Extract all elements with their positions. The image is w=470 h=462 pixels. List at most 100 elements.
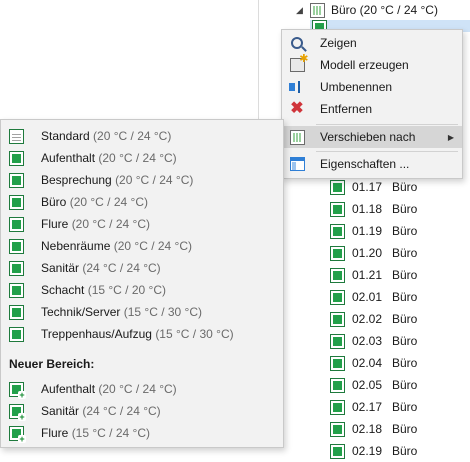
room-category-icon xyxy=(9,216,24,232)
tree-row[interactable]: 02.18 Büro xyxy=(330,418,417,440)
room-number: 02.03 xyxy=(352,334,383,348)
menu-item-umbenennen[interactable]: Umbenennen xyxy=(282,76,462,98)
room-category-icon xyxy=(9,194,24,210)
category-temperature: (15 °C / 30 °C) xyxy=(123,305,203,319)
menu-item-verschieben-nach[interactable]: Verschieben nach ▶ xyxy=(282,126,462,148)
room-category-icon xyxy=(9,326,24,342)
category-temperature: (15 °C / 24 °C) xyxy=(71,426,150,440)
room-name: Büro xyxy=(392,422,418,436)
menu-item-label: Modell erzeugen xyxy=(320,58,409,72)
tree-row[interactable]: 01.21 Büro xyxy=(330,264,417,286)
room-name: Büro xyxy=(392,180,418,194)
tree-row[interactable]: 02.02 Büro xyxy=(330,308,417,330)
menu-item-label: Eigenschaften ... xyxy=(320,157,410,171)
create-model-icon xyxy=(289,52,309,72)
category-temperature: (20 °C / 24 °C) xyxy=(113,239,193,253)
room-name: Büro xyxy=(392,356,418,370)
menu-item-modell-erzeugen[interactable]: Modell erzeugen xyxy=(282,52,462,76)
submenu-item-treppenhaus-aufzug[interactable]: Treppenhaus/Aufzug (15 °C / 30 °C) xyxy=(1,323,283,345)
room-number: 02.05 xyxy=(352,378,383,392)
submenu-item-standard[interactable]: Standard (20 °C / 24 °C) xyxy=(1,125,283,147)
tree-row[interactable]: 02.01 Büro xyxy=(330,286,417,308)
category-temperature: (24 °C / 24 °C) xyxy=(82,261,161,275)
category-temperature: (24 °C / 24 °C) xyxy=(82,404,161,418)
tree-row[interactable]: 01.20 Büro xyxy=(330,242,417,264)
menu-separator xyxy=(316,124,458,125)
menu-item-eigenschaften[interactable]: Eigenschaften ... xyxy=(282,153,462,175)
room-name: Büro xyxy=(392,290,418,304)
room-number: 02.04 xyxy=(352,356,383,370)
category-name: Besprechung xyxy=(41,173,112,187)
room-number: 02.19 xyxy=(352,444,383,458)
delete-icon: ✖ xyxy=(290,100,304,117)
menu-item-zeigen[interactable]: Zeigen xyxy=(282,32,462,54)
tree-row[interactable]: 01.17 Büro xyxy=(330,176,417,198)
menu-item-label: Entfernen xyxy=(320,102,373,116)
new-area-icon: + xyxy=(9,425,26,443)
tree-row[interactable]: 01.18 Büro xyxy=(330,198,417,220)
tree-row[interactable]: 02.04 Büro xyxy=(330,352,417,374)
submenu-item-büro[interactable]: Büro (20 °C / 24 °C) xyxy=(1,191,283,213)
submenu-item-flure[interactable]: Flure (20 °C / 24 °C) xyxy=(1,213,283,235)
tree-node-label: Büro (20 °C / 24 °C) xyxy=(331,3,438,17)
submenu-item-sanitär[interactable]: Sanitär (24 °C / 24 °C) xyxy=(1,257,283,279)
tree-row[interactable]: 02.05 Büro xyxy=(330,374,417,396)
room-name: Büro xyxy=(392,312,418,326)
tree-row[interactable]: 01.19 Büro xyxy=(330,220,417,242)
room-name: Büro xyxy=(392,224,418,238)
category-temperature: (15 °C / 30 °C) xyxy=(155,327,234,341)
category-name: Flure xyxy=(41,426,69,440)
category-temperature: (20 °C / 24 °C) xyxy=(115,173,194,187)
category-name: Aufenthalt xyxy=(41,382,96,396)
category-name: Sanitär xyxy=(41,261,80,275)
category-temperature: (20 °C / 24 °C) xyxy=(98,382,177,396)
room-number: 01.18 xyxy=(352,202,383,216)
room-number: 02.01 xyxy=(352,290,383,304)
submenu-item-schacht[interactable]: Schacht (15 °C / 20 °C) xyxy=(1,279,283,301)
tree-node-bueroarea[interactable]: ◢ Büro (20 °C / 24 °C) xyxy=(296,0,438,20)
room-category-icon xyxy=(9,304,24,320)
room-number: 01.17 xyxy=(352,180,383,194)
room-category-icon xyxy=(9,128,24,144)
room-category-icon xyxy=(9,260,24,276)
category-temperature: (20 °C / 24 °C) xyxy=(93,129,172,143)
menu-item-label: Verschieben nach xyxy=(320,130,416,144)
room-name: Büro xyxy=(392,378,418,392)
tree-row[interactable]: 02.19 Büro xyxy=(330,440,417,462)
room-area-icon xyxy=(310,2,325,18)
new-area-item-flure[interactable]: + Flure (15 °C / 24 °C) xyxy=(1,422,283,444)
menu-item-entfernen[interactable]: ✖ Entfernen xyxy=(282,98,462,120)
expand-caret-icon[interactable]: ◢ xyxy=(296,5,310,16)
category-name: Aufenthalt xyxy=(41,151,96,165)
room-number: 02.02 xyxy=(352,312,383,326)
category-name: Schacht xyxy=(41,283,85,297)
menu-item-label: Zeigen xyxy=(320,36,357,50)
menu-item-label: Umbenennen xyxy=(320,80,393,94)
room-category-icon xyxy=(9,238,24,254)
new-area-item-sanitär[interactable]: + Sanitär (24 °C / 24 °C) xyxy=(1,400,283,422)
category-temperature: (20 °C / 24 °C) xyxy=(69,195,148,209)
room-icon xyxy=(330,267,345,283)
category-temperature: (20 °C / 24 °C) xyxy=(98,151,177,165)
room-name: Büro xyxy=(392,334,418,348)
submenu-item-aufenthalt[interactable]: Aufenthalt (20 °C / 24 °C) xyxy=(1,147,283,169)
submenu-arrow-icon: ▶ xyxy=(447,132,454,142)
menu-separator xyxy=(316,151,458,152)
tree-row[interactable]: 02.17 Büro xyxy=(330,396,417,418)
magnifier-icon xyxy=(291,37,303,49)
tree-row[interactable]: 02.03 Büro xyxy=(330,330,417,352)
category-name: Nebenräume xyxy=(41,239,111,253)
submenu-item-technik-server[interactable]: Technik/Server (15 °C / 30 °C) xyxy=(1,301,283,323)
room-icon xyxy=(330,333,345,349)
submenu-item-besprechung[interactable]: Besprechung (20 °C / 24 °C) xyxy=(1,169,283,191)
room-number: 01.20 xyxy=(352,246,383,260)
category-name: Treppenhaus/Aufzug xyxy=(41,327,152,341)
submenu-item-nebenräume[interactable]: Nebenräume (20 °C / 24 °C) xyxy=(1,235,283,257)
room-category-icon xyxy=(9,172,24,188)
new-area-item-aufenthalt[interactable]: + Aufenthalt (20 °C / 24 °C) xyxy=(1,378,283,400)
room-number: 01.19 xyxy=(352,224,383,238)
move-to-icon xyxy=(289,129,305,145)
room-name: Büro xyxy=(392,268,418,282)
room-icon xyxy=(330,311,345,327)
rename-icon xyxy=(289,81,305,93)
